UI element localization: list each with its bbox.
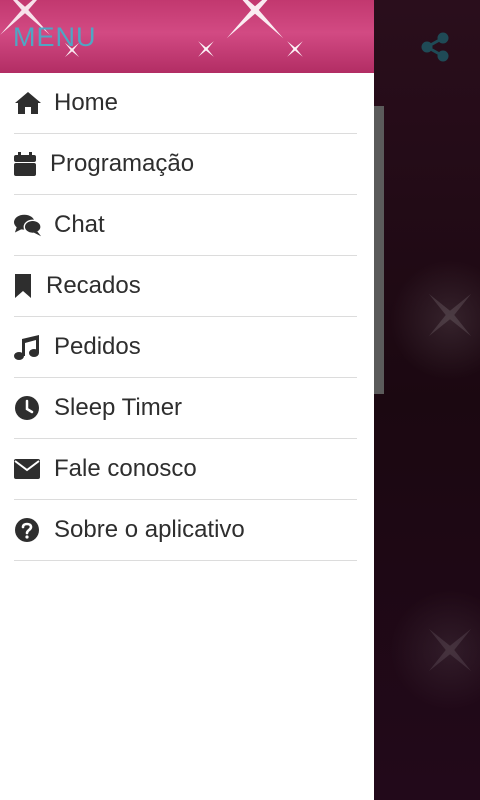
- sparkle-decoration: [428, 293, 472, 337]
- menu-item-recados[interactable]: Recados: [14, 256, 357, 317]
- menu-item-label: Programação: [50, 150, 195, 177]
- sparkle-decoration: [287, 41, 303, 57]
- music-icon: [14, 335, 39, 360]
- menu-item-label: Fale conosco: [54, 455, 197, 482]
- menu-item-label: Sobre o aplicativo: [54, 516, 245, 543]
- share-button[interactable]: [416, 28, 454, 66]
- menu-item-pedidos[interactable]: Pedidos: [14, 317, 357, 378]
- calendar-icon: [14, 152, 36, 176]
- sparkle-decoration: [428, 628, 472, 672]
- menu-list: Home Programação Chat Recados Pedidos Sl…: [0, 73, 374, 561]
- envelope-icon: [14, 459, 40, 479]
- sparkle-decoration: [198, 41, 214, 57]
- question-circle-icon: [15, 518, 39, 542]
- menu-item-label: Sleep Timer: [54, 394, 183, 421]
- clock-icon: [15, 396, 39, 420]
- chat-icon: [14, 214, 42, 237]
- menu-item-home[interactable]: Home: [14, 73, 357, 134]
- menu-item-sleep-timer[interactable]: Sleep Timer: [14, 378, 357, 439]
- home-icon: [15, 92, 41, 114]
- share-icon: [421, 32, 449, 62]
- drawer-title: MENU: [13, 22, 97, 52]
- menu-item-label: Home: [54, 89, 119, 116]
- menu-item-programacao[interactable]: Programação: [14, 134, 357, 195]
- drawer-header: MENU: [0, 0, 374, 73]
- scrollbar[interactable]: [374, 106, 384, 394]
- navigation-drawer: MENU Home Programação Chat Recados Pedid…: [0, 0, 374, 800]
- menu-item-chat[interactable]: Chat: [14, 195, 357, 256]
- menu-item-sobre[interactable]: Sobre o aplicativo: [14, 500, 357, 561]
- bookmark-icon: [15, 274, 31, 298]
- menu-item-fale-conosco[interactable]: Fale conosco: [14, 439, 357, 500]
- sparkle-decoration: [226, 0, 284, 39]
- menu-item-label: Chat: [54, 211, 105, 238]
- menu-item-label: Pedidos: [54, 333, 141, 360]
- menu-item-label: Recados: [46, 272, 141, 299]
